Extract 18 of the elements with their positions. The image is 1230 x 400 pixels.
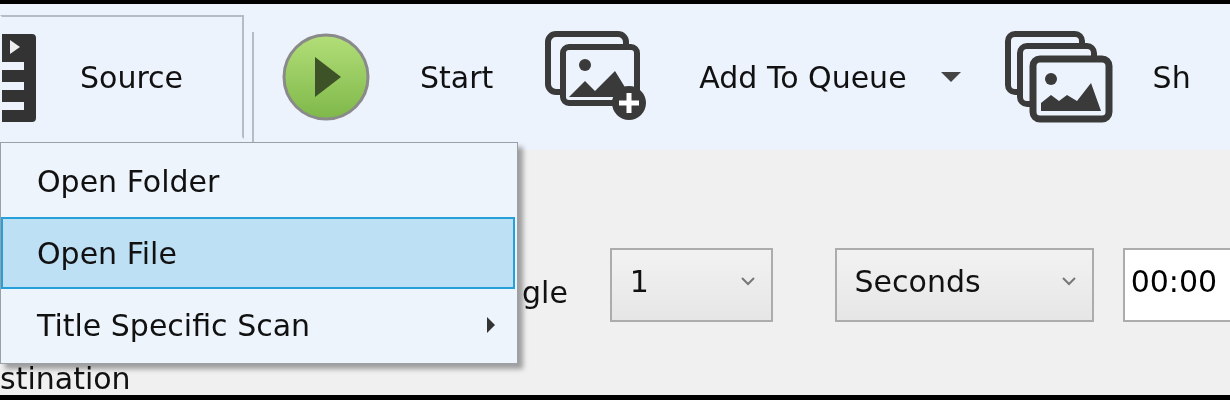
show-queue-button[interactable]: Sh xyxy=(1002,15,1193,139)
destination-label: stination xyxy=(0,362,131,395)
time-field[interactable]: 00:00 xyxy=(1122,248,1230,322)
document-icon xyxy=(2,32,36,122)
menu-item[interactable]: Open File xyxy=(1,217,515,289)
source-button[interactable]: Source xyxy=(0,15,244,139)
start-dropdown[interactable]: 1 xyxy=(609,248,773,322)
chevron-down-icon xyxy=(1061,276,1076,286)
menu-item[interactable]: Title Specific Scan xyxy=(1,289,515,361)
chevron-down-icon xyxy=(740,276,755,286)
menu-item[interactable]: Open Folder xyxy=(1,145,515,217)
unit-dropdown[interactable]: Seconds xyxy=(834,248,1094,322)
add-to-queue-button[interactable]: Add To Queue xyxy=(543,15,909,139)
start-button[interactable]: Start xyxy=(278,15,496,139)
play-icon xyxy=(282,33,370,121)
image-stack-icon xyxy=(1004,31,1113,123)
caret-icon[interactable] xyxy=(940,72,961,82)
angle-label: gle xyxy=(522,274,568,310)
